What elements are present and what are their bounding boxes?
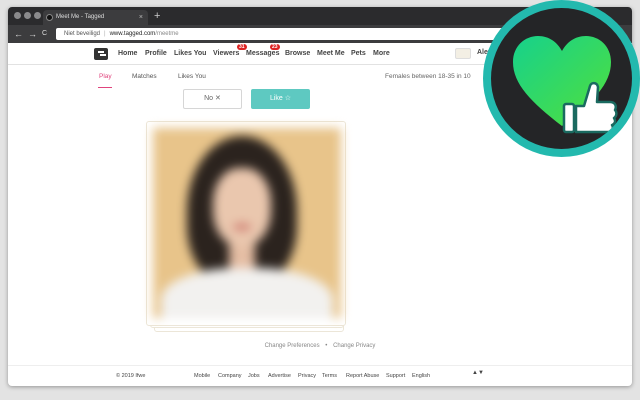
nav-viewers-label: Viewers xyxy=(213,50,240,57)
tab-play[interactable]: Play xyxy=(99,73,112,80)
nav-browse[interactable]: Browse xyxy=(285,49,310,59)
footer-language[interactable]: English xyxy=(412,373,430,379)
copyright: © 2019 Ifwe xyxy=(116,373,146,379)
footer-link-report-abuse[interactable]: Report Abuse xyxy=(346,373,379,379)
url-path: /meetme xyxy=(155,31,179,37)
photo-shirt xyxy=(161,268,333,318)
address-bar[interactable]: Niet beveiligd | www.tagged.com/meetme xyxy=(56,28,546,40)
footer-link-mobile[interactable]: Mobile xyxy=(194,373,210,379)
nav-messages[interactable]: Messages 23 xyxy=(246,44,280,59)
footer-bullet: • xyxy=(325,343,328,349)
preference-links: Change Preferences • Change Privacy xyxy=(8,343,632,349)
forward-button[interactable]: → xyxy=(28,28,37,40)
profile-card[interactable] xyxy=(146,121,346,332)
change-privacy-link[interactable]: Change Privacy xyxy=(333,343,375,349)
nav-messages-label: Messages xyxy=(246,50,280,57)
nav-viewers[interactable]: Viewers 31 xyxy=(213,44,247,59)
heart-badge xyxy=(483,0,640,157)
nav-pets[interactable]: Pets xyxy=(351,49,366,59)
tab-title: Meet Me - Tagged xyxy=(56,14,105,20)
change-preferences-link[interactable]: Change Preferences xyxy=(265,343,320,349)
nav-meet-me[interactable]: Meet Me xyxy=(317,49,345,59)
nav-profile[interactable]: Profile xyxy=(145,49,167,59)
active-tab-indicator xyxy=(98,87,112,88)
no-button[interactable]: No ✕ xyxy=(183,89,242,109)
nav-likes-you[interactable]: Likes You xyxy=(174,49,206,59)
footer-link-privacy[interactable]: Privacy xyxy=(298,373,316,379)
new-tab-button[interactable]: + xyxy=(154,9,160,23)
back-button[interactable]: ← xyxy=(14,28,23,40)
security-label: Niet beveiligd xyxy=(64,31,101,37)
messages-count-badge: 23 xyxy=(270,44,280,50)
language-select-arrows-icon[interactable]: ▲▼ xyxy=(472,370,484,376)
gold-icon[interactable] xyxy=(455,48,471,59)
photo-lips xyxy=(233,224,251,230)
page-footer: © 2019 Ifwe Mobile Company Jobs Advertis… xyxy=(8,365,632,386)
tab-close-icon[interactable]: × xyxy=(139,10,143,25)
nav-more[interactable]: More xyxy=(373,49,390,59)
nav-home[interactable]: Home xyxy=(118,49,137,59)
tagged-favicon-icon xyxy=(46,14,53,21)
reload-button[interactable]: C xyxy=(42,28,47,40)
photo-face xyxy=(213,168,271,246)
tagged-logo-icon[interactable] xyxy=(94,48,108,60)
footer-link-terms[interactable]: Terms xyxy=(322,373,337,379)
url-host: www.tagged.com xyxy=(109,31,156,37)
footer-link-advertise[interactable]: Advertise xyxy=(268,373,291,379)
profile-photo[interactable] xyxy=(153,128,341,318)
browser-tab[interactable]: Meet Me - Tagged × xyxy=(43,10,148,25)
heart-thumbs-up-icon xyxy=(513,36,618,134)
tab-likes-you[interactable]: Likes You xyxy=(178,73,206,80)
url-separator: | xyxy=(104,31,106,37)
tab-matches[interactable]: Matches xyxy=(132,73,157,80)
footer-link-company[interactable]: Company xyxy=(218,373,242,379)
filter-info[interactable]: Females between 18-35 in 10 xyxy=(385,73,471,80)
close-window-dot[interactable] xyxy=(14,12,21,19)
footer-link-jobs[interactable]: Jobs xyxy=(248,373,260,379)
minimize-window-dot[interactable] xyxy=(24,12,31,19)
maximize-window-dot[interactable] xyxy=(34,12,41,19)
card-front xyxy=(146,121,346,326)
footer-link-support[interactable]: Support xyxy=(386,373,405,379)
like-button[interactable]: Like ☆ xyxy=(251,89,310,109)
